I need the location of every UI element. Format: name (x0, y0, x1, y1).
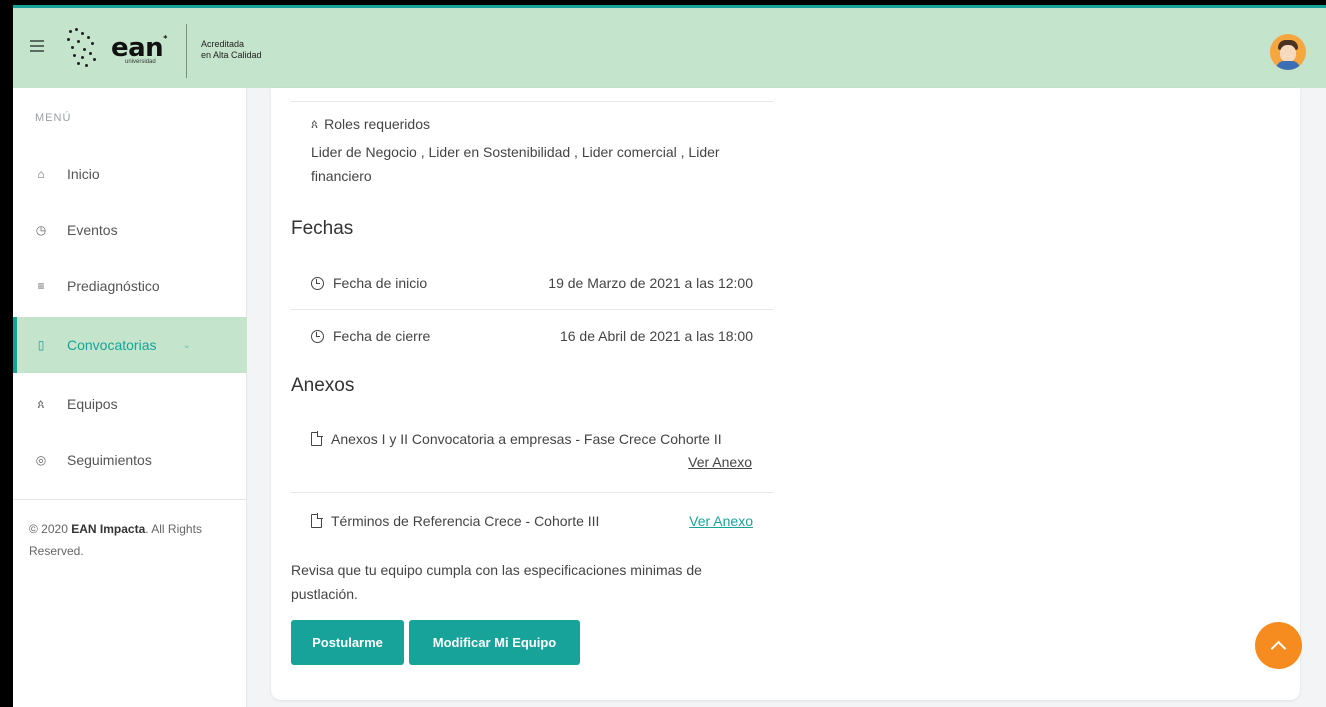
chevron-down-icon[interactable]: ⌄ (183, 340, 191, 351)
date-label-text: Fecha de cierre (333, 328, 431, 344)
copyright-brand: EAN Impacta (71, 522, 146, 536)
team-icon: ጰ (311, 116, 319, 131)
annex-item: Anexos I y II Convocatoria a empresas - … (311, 431, 753, 470)
clock-icon (311, 276, 324, 290)
app-window: ean* universidad Acreditada en Alta Cali… (13, 5, 1326, 707)
annex-title: Términos de Referencia Crece - Cohorte I… (311, 513, 599, 529)
sidebar-item-eventos[interactable]: ◷ Eventos (13, 202, 247, 258)
document-icon: ▯ (37, 338, 45, 352)
roles-list: Lider de Negocio , Lider en Sostenibilid… (311, 144, 720, 184)
user-avatar[interactable] (1270, 34, 1306, 70)
date-value: 16 de Abril de 2021 a las 18:00 (559, 328, 753, 344)
annex-item: Términos de Referencia Crece - Cohorte I… (311, 513, 753, 529)
sidebar-divider (13, 499, 247, 500)
target-icon: ◎ (35, 453, 47, 467)
date-row-end: Fecha de cierre 16 de Abril de 2021 a la… (291, 311, 773, 361)
top-bar: ean* universidad Acreditada en Alta Cali… (13, 5, 1326, 88)
sidebar-item-label: Prediagnóstico (67, 278, 160, 294)
menu-title: MENÚ (35, 112, 72, 124)
date-row-start: Fecha de inicio 19 de Marzo de 2021 a la… (291, 258, 773, 308)
hamburger-menu-icon[interactable] (30, 40, 44, 52)
postularme-button[interactable]: Postularme (291, 620, 404, 665)
date-value: 19 de Marzo de 2021 a las 12:00 (548, 275, 753, 291)
annex-title-text: Anexos I y II Convocatoria a empresas - … (331, 431, 722, 447)
sidebar-item-label: Seguimientos (67, 452, 152, 468)
team-icon: ጰ (37, 396, 45, 411)
annexes-heading: Anexos (291, 375, 355, 396)
sidebar-item-seguimientos[interactable]: ◎ Seguimientos (13, 432, 247, 488)
sidebar-item-label: Equipos (67, 396, 118, 412)
sidebar-item-equipos[interactable]: ጰ Equipos (13, 376, 247, 432)
copyright-text: © 2020 EAN Impacta. All Rights Reserved. (29, 518, 229, 562)
document-icon (311, 513, 323, 528)
divider (291, 309, 773, 310)
home-icon: ⌂ (37, 167, 45, 181)
annex-link-wrap: Ver Anexo (311, 454, 753, 470)
avatar-shirt (1276, 61, 1300, 70)
sidebar-item-prediagnostico[interactable]: ≡ Prediagnóstico (13, 258, 247, 314)
header-divider (186, 24, 187, 78)
scroll-to-top-button[interactable] (1255, 622, 1302, 669)
sidebar-item-inicio[interactable]: ⌂ Inicio (13, 146, 247, 202)
sidebar-item-convocatorias[interactable]: ▯ Convocatorias ⌄ (13, 317, 247, 373)
annex-title: Anexos I y II Convocatoria a empresas - … (311, 431, 753, 447)
accreditation-line-2: en Alta Calidad (201, 50, 262, 60)
roles-heading: ጰ Roles requeridos (311, 116, 430, 132)
divider (291, 101, 773, 102)
accreditation-line-1: Acreditada (201, 39, 245, 49)
list-icon: ≡ (37, 279, 45, 293)
clock-icon (311, 329, 324, 343)
modificar-equipo-button[interactable]: Modificar Mi Equipo (409, 620, 580, 665)
accreditation-label: Acreditada en Alta Calidad (201, 39, 262, 61)
logo-wordmark: ean* (111, 33, 167, 63)
eligibility-notice: Revisa que tu equipo cumpla con las espe… (291, 562, 702, 602)
ver-anexo-link[interactable]: Ver Anexo (689, 513, 753, 529)
roles-label: Roles requeridos (324, 116, 430, 132)
date-label-text: Fecha de inicio (333, 275, 428, 291)
annex-title-text: Términos de Referencia Crece - Cohorte I… (331, 513, 600, 529)
document-icon (311, 431, 323, 446)
copyright-prefix: © 2020 (29, 522, 72, 536)
clock-icon: ◷ (35, 223, 47, 237)
date-label: Fecha de cierre (311, 328, 430, 344)
ean-logo[interactable]: ean* universidad (63, 24, 167, 72)
avatar-face (1280, 45, 1296, 62)
divider (291, 492, 773, 493)
date-label: Fecha de inicio (311, 275, 427, 291)
sidebar-item-label: Convocatorias (67, 337, 157, 353)
sidebar: MENÚ ⌂ Inicio ◷ Eventos ≡ Prediagnóstico… (13, 88, 247, 707)
logo-dots-icon (63, 26, 109, 70)
ver-anexo-link[interactable]: Ver Anexo (688, 454, 752, 470)
logo-subtitle: universidad (125, 59, 156, 65)
sidebar-item-label: Inicio (67, 166, 100, 182)
dates-heading: Fechas (291, 218, 354, 239)
convocatoria-detail-card: ጰ Roles requeridos Lider de Negocio , Li… (271, 88, 1300, 700)
sidebar-item-label: Eventos (67, 222, 118, 238)
